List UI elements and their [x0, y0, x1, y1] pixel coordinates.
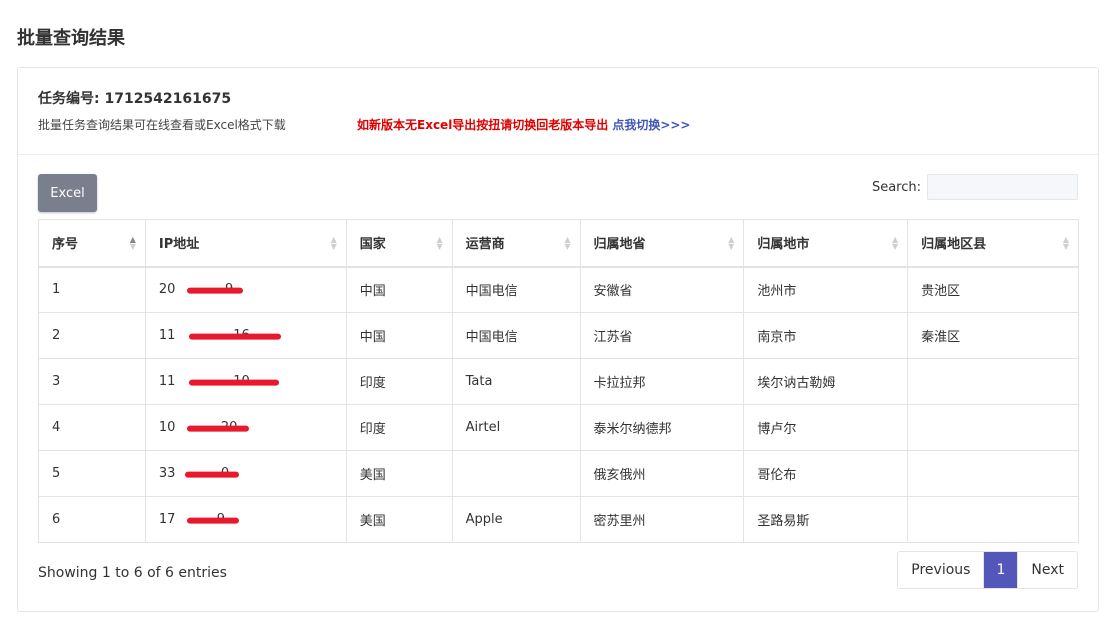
table-cell [907, 404, 1079, 451]
table-row: 120 .9中国中国电信安徽省池州市贵池区 [38, 266, 1079, 313]
table-cell: 池州市 [743, 266, 909, 313]
table-cell: 20 .9 [144, 266, 347, 313]
search-box: Search: [872, 174, 1078, 200]
table-cell: Airtel [451, 404, 581, 451]
redaction-mark [184, 471, 239, 478]
redaction-mark [188, 333, 281, 340]
card-header: 任务编号: 1712542161675 批量任务查询结果可在线查看或Excel格… [18, 68, 1098, 155]
table-cell: 印度 [345, 358, 453, 405]
table-cell: 3 [38, 358, 146, 405]
column-header-district[interactable]: 归属地区县 ▲ ▼ [907, 219, 1079, 268]
table-cell: 1 [38, 266, 146, 313]
table-cell: 33 0 [144, 450, 347, 497]
column-header-country[interactable]: 国家 ▲ ▼ [345, 219, 453, 268]
sort-icon: ▲ ▼ [436, 234, 443, 251]
search-input[interactable] [927, 174, 1078, 200]
sort-icon: ▲ ▼ [1062, 234, 1069, 251]
sort-icon: ▲ ▼ [891, 234, 899, 251]
column-header-ip[interactable]: IP地址 ▲ ▼ [144, 219, 347, 268]
table-header-row: 序号 ▲ ▼ IP地址 ▲ ▼ 国家 ▲ ▼ 运营商 ▲ ▼ 归属地省 ▲ ▼ 归属地市 ▲ ▼ 归属地… [38, 219, 1079, 268]
table-cell: 中国 [345, 312, 453, 359]
table-cell: 圣路易斯 [743, 496, 909, 543]
table-body: 120 .9中国中国电信安徽省池州市贵池区211 16中国中国电信江苏省南京市秦… [38, 266, 1079, 543]
previous-page-button[interactable]: Previous [898, 552, 985, 588]
column-header-province[interactable]: 归属地省 ▲ ▼ [579, 219, 745, 268]
version-notice-text: 如新版本无Excel导出按扭请切换回老版本导出 [357, 118, 609, 132]
table-cell [907, 496, 1079, 543]
table-cell: 卡拉拉邦 [579, 358, 745, 405]
table-cell: 美国 [345, 496, 453, 543]
table-cell: 6 [38, 496, 146, 543]
entries-info: Showing 1 to 6 of 6 entries [38, 565, 227, 581]
table-cell: 11 10 [144, 358, 347, 405]
column-header-isp[interactable]: 运营商 ▲ ▼ [451, 219, 581, 268]
redaction-mark [186, 517, 239, 524]
table-cell: 博卢尔 [743, 404, 909, 451]
table-cell: 中国电信 [451, 312, 581, 359]
table-cell: 2 [38, 312, 146, 359]
sort-icon: ▲ ▼ [728, 234, 735, 251]
table-cell: 中国电信 [451, 266, 581, 313]
table-cell: 泰米尔纳德邦 [579, 404, 745, 451]
result-card: 任务编号: 1712542161675 批量任务查询结果可在线查看或Excel格… [17, 67, 1099, 612]
table-cell: 印度 [345, 404, 453, 451]
column-header-index[interactable]: 序号 ▲ ▼ [38, 219, 146, 268]
table-cell: Apple [451, 496, 581, 543]
table-row: 410 20印度Airtel泰米尔纳德邦博卢尔 [38, 404, 1079, 451]
table-cell: 密苏里州 [579, 496, 745, 543]
switch-version-link[interactable]: 点我切换>>> [612, 118, 690, 132]
table-cell: 11 16 [144, 312, 347, 359]
version-notice: 如新版本无Excel导出按扭请切换回老版本导出 点我切换>>> [357, 116, 690, 133]
table-cell: 俄亥俄州 [579, 450, 745, 497]
search-label: Search: [871, 179, 921, 195]
table-cell: 10 20 [144, 404, 347, 451]
table-cell: 江苏省 [579, 312, 745, 359]
redaction-mark [186, 287, 243, 294]
table-row: 617 9美国Apple密苏里州圣路易斯 [38, 496, 1079, 543]
table-cell: Tata [451, 358, 581, 405]
excel-export-button[interactable]: Excel [38, 174, 97, 212]
redaction-mark [188, 379, 279, 386]
table-cell: 贵池区 [907, 266, 1079, 313]
table-cell: 埃尔讷古勒姆 [743, 358, 909, 405]
task-id: 任务编号: 1712542161675 [38, 91, 232, 107]
table-cell: 安徽省 [579, 266, 745, 313]
table-cell: 秦淮区 [907, 312, 1079, 359]
table-cell: 中国 [345, 266, 453, 313]
next-page-button[interactable]: Next [1018, 552, 1077, 588]
page-1-button[interactable]: 1 [984, 552, 1019, 588]
table-cell: 17 9 [144, 496, 347, 543]
sort-asc-icon: ▲ ▼ [129, 234, 136, 251]
table-row: 311 10印度Tata卡拉拉邦埃尔讷古勒姆 [38, 358, 1079, 405]
sort-icon: ▲ ▼ [330, 234, 337, 251]
table-cell: 南京市 [743, 312, 909, 359]
table-cell: 5 [38, 450, 146, 497]
table-cell [451, 450, 581, 497]
task-description: 批量任务查询结果可在线查看或Excel格式下载 [38, 118, 286, 132]
table-cell: 4 [38, 404, 146, 451]
table-cell: 美国 [345, 450, 453, 497]
redaction-mark [186, 425, 249, 432]
results-table: 序号 ▲ ▼ IP地址 ▲ ▼ 国家 ▲ ▼ 运营商 ▲ ▼ 归属地省 ▲ ▼ 归属地市 ▲ ▼ 归属地… [38, 219, 1079, 543]
table-cell: 哥伦布 [743, 450, 909, 497]
table-row: 211 16中国中国电信江苏省南京市秦淮区 [38, 312, 1079, 359]
column-header-city[interactable]: 归属地市 ▲ ▼ [743, 219, 909, 268]
sort-icon: ▲ ▼ [564, 234, 571, 251]
page-title: 批量查询结果 [17, 28, 125, 49]
pagination: Previous 1 Next [897, 551, 1078, 589]
table-row: 533 0美国 俄亥俄州哥伦布 [38, 450, 1079, 497]
table-cell [907, 358, 1079, 405]
table-cell [907, 450, 1079, 497]
